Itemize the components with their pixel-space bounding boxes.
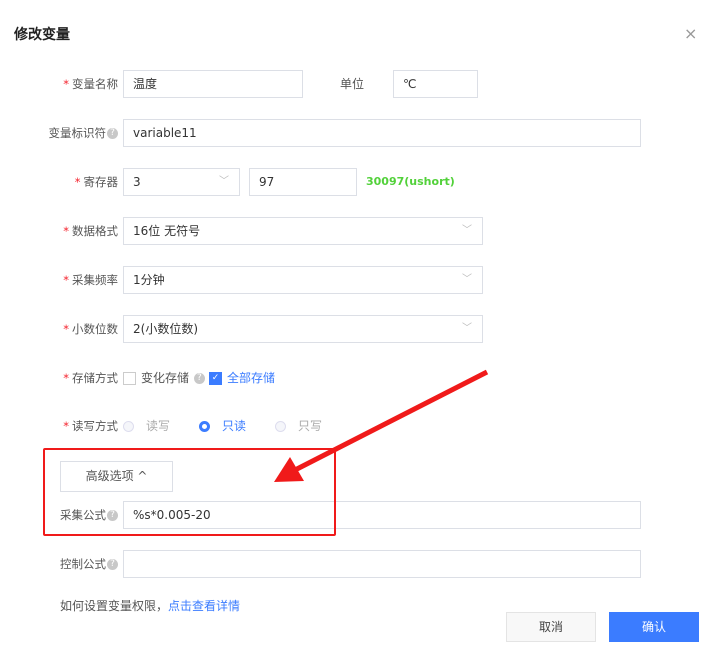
annotation-arrow-icon (274, 369, 489, 482)
